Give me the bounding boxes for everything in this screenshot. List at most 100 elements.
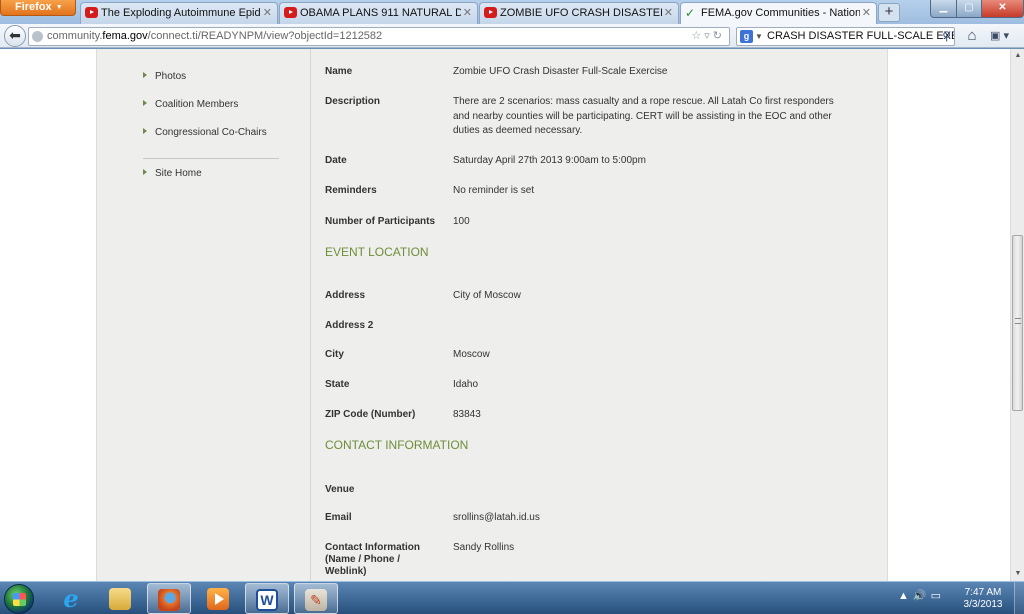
taskbar-word[interactable]: W (245, 583, 289, 614)
event-location-heading: EVENT LOCATION (325, 245, 429, 259)
close-icon[interactable]: ✕ (862, 3, 871, 23)
bullet-icon (143, 169, 147, 175)
media-player-icon (207, 588, 229, 610)
close-icon[interactable]: ✕ (463, 3, 472, 23)
youtube-icon (484, 7, 497, 18)
address-value: City of Moscow (453, 290, 521, 301)
tab-label: The Exploding Autoimmune Epidemi... (101, 7, 261, 19)
close-icon[interactable]: ✕ (664, 3, 673, 23)
scroll-thumb[interactable] (1012, 235, 1023, 411)
date-value: Saturday April 27th 2013 9:00am to 5:00p… (453, 155, 646, 166)
description-value: There are 2 scenarios: mass casualty and… (453, 96, 834, 136)
taskbar-media-player[interactable] (196, 583, 240, 614)
sidebar-item-label: Congressional Co-Chairs (155, 127, 267, 138)
url-path: /connect.ti/READYNPM/view?objectId=12125… (147, 30, 383, 42)
tab-obama-plans[interactable]: OBAMA PLANS 911 NATURAL DISAS... ✕ (279, 2, 478, 24)
home-button[interactable]: ⌂ (962, 26, 982, 46)
taskbar-internet-explorer[interactable]: e (49, 583, 93, 614)
clock-date: 3/3/2013 (963, 599, 1003, 610)
maximize-button[interactable]: ▢ (956, 0, 982, 18)
contact-information-heading: CONTACT INFORMATION (325, 438, 469, 452)
youtube-icon (85, 7, 98, 18)
url-prefix: community. (47, 30, 103, 42)
sidebar-item-photos[interactable]: Photos (143, 71, 186, 82)
reload-icon[interactable]: ↻ (713, 30, 725, 42)
sidebar-item-congressional-co-chairs[interactable]: Congressional Co-Chairs (143, 127, 267, 138)
sidebar-divider (143, 158, 279, 159)
new-tab-button[interactable]: + (878, 3, 900, 22)
close-window-button[interactable]: ✕ (981, 0, 1024, 18)
sidebar-item-label: Site Home (155, 168, 202, 179)
city-label: City (325, 349, 344, 360)
contact-information-label: Contact Information (Name / Phone / Webl… (325, 542, 420, 577)
show-desktop-button[interactable] (1014, 582, 1024, 614)
address-2-label: Address 2 (325, 320, 374, 331)
chevron-down-icon: ▼ (55, 4, 63, 11)
email-label: Email (325, 512, 352, 523)
network-icon[interactable]: ▭ (931, 590, 945, 602)
google-icon[interactable]: g (740, 30, 753, 43)
clock-time: 7:47 AM (964, 587, 1002, 598)
volume-icon[interactable]: 🔊 (913, 590, 931, 602)
application-icon: ✎ (305, 589, 327, 611)
venue-label: Venue (325, 484, 355, 495)
close-icon[interactable]: ✕ (263, 3, 272, 23)
bookmarks-icon: ▣ ▾ (990, 30, 1009, 42)
scroll-up-arrow-icon[interactable]: ▲ (1011, 49, 1024, 63)
word-icon: W (256, 589, 278, 611)
windows-taskbar: e W ✎ ▲🔊▭ 7:47 AM 3/3/2013 (0, 581, 1024, 614)
sidebar-item-label: Photos (155, 71, 187, 82)
url-bar[interactable]: community.fema.gov/connect.ti/READYNPM/v… (28, 27, 730, 46)
minimize-button[interactable]: ▁ (930, 0, 957, 18)
taskbar-app[interactable]: ✎ (294, 583, 338, 614)
participants-label: Number of Participants (325, 216, 436, 227)
bookmarks-button[interactable]: ▣ ▾ (990, 26, 1018, 46)
back-button[interactable]: ⬅ (4, 25, 26, 47)
vertical-scrollbar[interactable]: ▲ ▼ (1010, 49, 1024, 581)
tab-label: OBAMA PLANS 911 NATURAL DISAS... (300, 7, 461, 19)
navigation-bar: ⬅ community.fema.gov/connect.ti/READYNPM… (0, 24, 1024, 48)
scroll-down-arrow-icon[interactable]: ▼ (1011, 567, 1024, 581)
internet-explorer-icon: e (63, 584, 79, 613)
tab-label: FEMA.gov Communities - National P... (701, 7, 860, 19)
tray-expand-icon[interactable]: ▲ (898, 590, 913, 602)
grip-icon (1015, 318, 1021, 324)
dropdown-icon[interactable]: ▿ (704, 30, 713, 42)
taskbar-firefox[interactable] (147, 583, 191, 614)
firefox-menu-button[interactable]: Firefox ▼ (0, 0, 76, 16)
system-tray: ▲🔊▭ (898, 589, 945, 602)
search-bar[interactable]: g ▼ CRASH DISASTER FULL-SCALE EXERCISE ⚲ (736, 27, 955, 46)
contact-information-value: Sandy Rollins (453, 542, 515, 553)
name-value: Zombie UFO Crash Disaster Full-Scale Exe… (453, 66, 668, 77)
firefox-menu-label: Firefox (15, 1, 52, 13)
bullet-icon (143, 128, 147, 134)
tab-fema-communities[interactable]: ✓ FEMA.gov Communities - National P... ✕ (680, 2, 877, 24)
zip-code-label: ZIP Code (Number) (325, 409, 416, 420)
taskbar-clock[interactable]: 7:47 AM 3/3/2013 (954, 587, 1012, 611)
tab-label: ZOMBIE UFO CRASH DISASTER FULL-... (500, 7, 662, 19)
youtube-icon (284, 7, 297, 18)
bullet-icon (143, 100, 147, 106)
bullet-icon (143, 72, 147, 78)
sidebar-item-coalition-members[interactable]: Coalition Members (143, 99, 238, 110)
sidebar-item-label: Coalition Members (155, 99, 239, 110)
tab-autoimmune[interactable]: The Exploding Autoimmune Epidemi... ✕ (80, 2, 278, 24)
email-value: srollins@latah.id.us (453, 512, 540, 523)
check-icon: ✓ (685, 6, 696, 20)
taskbar-file-explorer[interactable] (98, 583, 142, 614)
participants-value: 100 (453, 216, 470, 227)
chevron-down-icon: ▼ (755, 32, 763, 41)
search-icon[interactable]: ⚲ (942, 28, 951, 45)
windows-logo-icon (13, 593, 26, 606)
star-icon[interactable]: ☆ (691, 30, 704, 42)
arrow-left-icon: ⬅ (9, 27, 21, 43)
tab-zombie-ufo[interactable]: ZOMBIE UFO CRASH DISASTER FULL-... ✕ (479, 2, 679, 24)
start-button[interactable] (4, 584, 34, 614)
browser-title-bar: Firefox▼ The Exploding Autoimmune Epidem… (0, 0, 1024, 24)
search-text: CRASH DISASTER FULL-SCALE EXERCISE (767, 30, 954, 42)
city-value: Moscow (453, 349, 490, 360)
reminders-value: No reminder is set (453, 185, 535, 196)
date-label: Date (325, 155, 347, 166)
sidebar-item-site-home[interactable]: Site Home (143, 168, 202, 179)
globe-icon (32, 31, 43, 42)
